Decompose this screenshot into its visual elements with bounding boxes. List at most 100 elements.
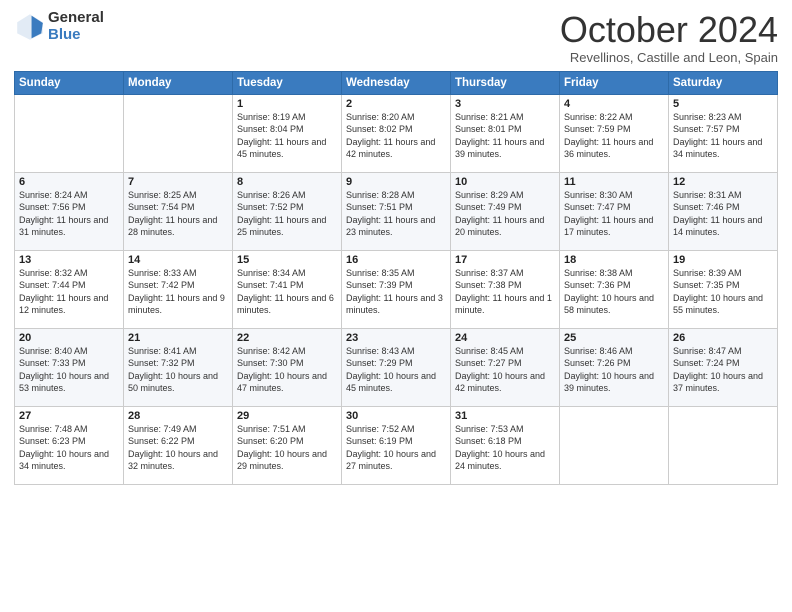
day-info: Sunrise: 8:43 AMSunset: 7:29 PMDaylight:…: [346, 346, 436, 394]
calendar-table: Sunday Monday Tuesday Wednesday Thursday…: [14, 71, 778, 485]
table-row: 23 Sunrise: 8:43 AMSunset: 7:29 PMDayligh…: [342, 328, 451, 406]
day-info: Sunrise: 8:47 AMSunset: 7:24 PMDaylight:…: [673, 346, 763, 394]
day-info: Sunrise: 7:53 AMSunset: 6:18 PMDaylight:…: [455, 424, 545, 472]
day-number: 7: [128, 176, 228, 188]
table-row: 20 Sunrise: 8:40 AMSunset: 7:33 PMDayligh…: [15, 328, 124, 406]
day-number: 20: [19, 332, 119, 344]
day-info: Sunrise: 8:20 AMSunset: 8:02 PMDaylight:…: [346, 112, 435, 160]
day-info: Sunrise: 8:35 AMSunset: 7:39 PMDaylight:…: [346, 268, 443, 316]
table-row: 10 Sunrise: 8:29 AMSunset: 7:49 PMDayligh…: [451, 172, 560, 250]
day-info: Sunrise: 8:45 AMSunset: 7:27 PMDaylight:…: [455, 346, 545, 394]
day-info: Sunrise: 8:37 AMSunset: 7:38 PMDaylight:…: [455, 268, 552, 316]
day-info: Sunrise: 8:32 AMSunset: 7:44 PMDaylight:…: [19, 268, 108, 316]
title-block: October 2024 Revellinos, Castille and Le…: [560, 10, 778, 65]
day-info: Sunrise: 7:48 AMSunset: 6:23 PMDaylight:…: [19, 424, 109, 472]
week-row-2: 13Sunrise: 8:32 AMSunset: 7:44 PMDayligh…: [15, 250, 778, 328]
table-row: [560, 406, 669, 484]
table-row: 21Sunrise: 8:41 AMSunset: 7:32 PMDayligh…: [124, 328, 233, 406]
day-info: Sunrise: 8:25 AMSunset: 7:54 PMDaylight:…: [128, 190, 217, 238]
day-info: Sunrise: 8:33 AMSunset: 7:42 PMDaylight:…: [128, 268, 225, 316]
logo-blue: Blue: [48, 27, 104, 44]
day-number: 16: [346, 254, 446, 266]
table-row: 13Sunrise: 8:32 AMSunset: 7:44 PMDayligh…: [15, 250, 124, 328]
table-row: 29Sunrise: 7:51 AMSunset: 6:20 PMDayligh…: [233, 406, 342, 484]
table-row: 28 Sunrise: 7:49 AMSunset: 6:22 PMDayligh…: [124, 406, 233, 484]
day-number: 24: [455, 332, 555, 344]
table-row: 11 Sunrise: 8:30 AMSunset: 7:47 PMDayligh…: [560, 172, 669, 250]
day-info: Sunrise: 8:38 AMSunset: 7:36 PMDaylight:…: [564, 268, 654, 316]
day-info: Sunrise: 8:46 AMSunset: 7:26 PMDaylight:…: [564, 346, 654, 394]
table-row: 1Sunrise: 8:19 AMSunset: 8:04 PMDaylight…: [233, 94, 342, 172]
table-row: 17 Sunrise: 8:37 AMSunset: 7:38 PMDayligh…: [451, 250, 560, 328]
day-number: 15: [237, 254, 337, 266]
day-number: 2: [346, 98, 446, 110]
day-info: Sunrise: 8:21 AMSunset: 8:01 PMDaylight:…: [455, 112, 544, 160]
week-row-4: 27 Sunrise: 7:48 AMSunset: 6:23 PMDayligh…: [15, 406, 778, 484]
table-row: 26 Sunrise: 8:47 AMSunset: 7:24 PMDayligh…: [669, 328, 778, 406]
day-info: Sunrise: 8:30 AMSunset: 7:47 PMDaylight:…: [564, 190, 653, 238]
table-row: [669, 406, 778, 484]
day-number: 31: [455, 410, 555, 422]
header-wednesday: Wednesday: [342, 71, 451, 94]
logo-text: General Blue: [48, 10, 104, 43]
day-number: 17: [455, 254, 555, 266]
day-number: 28: [128, 410, 228, 422]
header-monday: Monday: [124, 71, 233, 94]
table-row: 6Sunrise: 8:24 AMSunset: 7:56 PMDaylight…: [15, 172, 124, 250]
day-info: Sunrise: 8:41 AMSunset: 7:32 PMDaylight:…: [128, 346, 218, 394]
day-number: 14: [128, 254, 228, 266]
table-row: 15 Sunrise: 8:34 AMSunset: 7:41 PMDayligh…: [233, 250, 342, 328]
table-row: 16 Sunrise: 8:35 AMSunset: 7:39 PMDayligh…: [342, 250, 451, 328]
day-number: 5: [673, 98, 773, 110]
header: General Blue October 2024 Revellinos, Ca…: [14, 10, 778, 65]
table-row: 2 Sunrise: 8:20 AMSunset: 8:02 PMDaylight…: [342, 94, 451, 172]
day-number: 9: [346, 176, 446, 188]
day-number: 8: [237, 176, 337, 188]
day-info: Sunrise: 8:23 AMSunset: 7:57 PMDaylight:…: [673, 112, 762, 160]
table-row: 24 Sunrise: 8:45 AMSunset: 7:27 PMDayligh…: [451, 328, 560, 406]
day-number: 1: [237, 98, 337, 110]
day-number: 22: [237, 332, 337, 344]
day-number: 18: [564, 254, 664, 266]
day-info: Sunrise: 8:24 AMSunset: 7:56 PMDaylight:…: [19, 190, 108, 238]
day-info: Sunrise: 8:34 AMSunset: 7:41 PMDaylight:…: [237, 268, 334, 316]
table-row: [15, 94, 124, 172]
table-row: 30 Sunrise: 7:52 AMSunset: 6:19 PMDayligh…: [342, 406, 451, 484]
header-tuesday: Tuesday: [233, 71, 342, 94]
header-thursday: Thursday: [451, 71, 560, 94]
week-row-3: 20 Sunrise: 8:40 AMSunset: 7:33 PMDayligh…: [15, 328, 778, 406]
day-number: 10: [455, 176, 555, 188]
day-info: Sunrise: 8:22 AMSunset: 7:59 PMDaylight:…: [564, 112, 653, 160]
location-subtitle: Revellinos, Castille and Leon, Spain: [560, 50, 778, 65]
table-row: 4Sunrise: 8:22 AMSunset: 7:59 PMDaylight…: [560, 94, 669, 172]
table-row: 8 Sunrise: 8:26 AMSunset: 7:52 PMDaylight…: [233, 172, 342, 250]
day-number: 19: [673, 254, 773, 266]
day-number: 12: [673, 176, 773, 188]
day-info: Sunrise: 8:39 AMSunset: 7:35 PMDaylight:…: [673, 268, 763, 316]
table-row: 7 Sunrise: 8:25 AMSunset: 7:54 PMDaylight…: [124, 172, 233, 250]
table-row: 22 Sunrise: 8:42 AMSunset: 7:30 PMDayligh…: [233, 328, 342, 406]
day-number: 26: [673, 332, 773, 344]
day-info: Sunrise: 8:28 AMSunset: 7:51 PMDaylight:…: [346, 190, 435, 238]
day-number: 30: [346, 410, 446, 422]
table-row: 3Sunrise: 8:21 AMSunset: 8:01 PMDaylight…: [451, 94, 560, 172]
day-number: 11: [564, 176, 664, 188]
day-info: Sunrise: 7:49 AMSunset: 6:22 PMDaylight:…: [128, 424, 218, 472]
day-info: Sunrise: 7:51 AMSunset: 6:20 PMDaylight:…: [237, 424, 327, 472]
day-info: Sunrise: 7:52 AMSunset: 6:19 PMDaylight:…: [346, 424, 436, 472]
week-row-1: 6Sunrise: 8:24 AMSunset: 7:56 PMDaylight…: [15, 172, 778, 250]
day-number: 23: [346, 332, 446, 344]
table-row: 19 Sunrise: 8:39 AMSunset: 7:35 PMDayligh…: [669, 250, 778, 328]
day-info: Sunrise: 8:26 AMSunset: 7:52 PMDaylight:…: [237, 190, 326, 238]
table-row: 14 Sunrise: 8:33 AMSunset: 7:42 PMDayligh…: [124, 250, 233, 328]
table-row: 31 Sunrise: 7:53 AMSunset: 6:18 PMDayligh…: [451, 406, 560, 484]
header-saturday: Saturday: [669, 71, 778, 94]
day-info: Sunrise: 8:29 AMSunset: 7:49 PMDaylight:…: [455, 190, 544, 238]
table-row: 25Sunrise: 8:46 AMSunset: 7:26 PMDayligh…: [560, 328, 669, 406]
day-info: Sunrise: 8:40 AMSunset: 7:33 PMDaylight:…: [19, 346, 109, 394]
day-number: 27: [19, 410, 119, 422]
week-row-0: 1Sunrise: 8:19 AMSunset: 8:04 PMDaylight…: [15, 94, 778, 172]
table-row: [124, 94, 233, 172]
day-info: Sunrise: 8:42 AMSunset: 7:30 PMDaylight:…: [237, 346, 327, 394]
header-friday: Friday: [560, 71, 669, 94]
